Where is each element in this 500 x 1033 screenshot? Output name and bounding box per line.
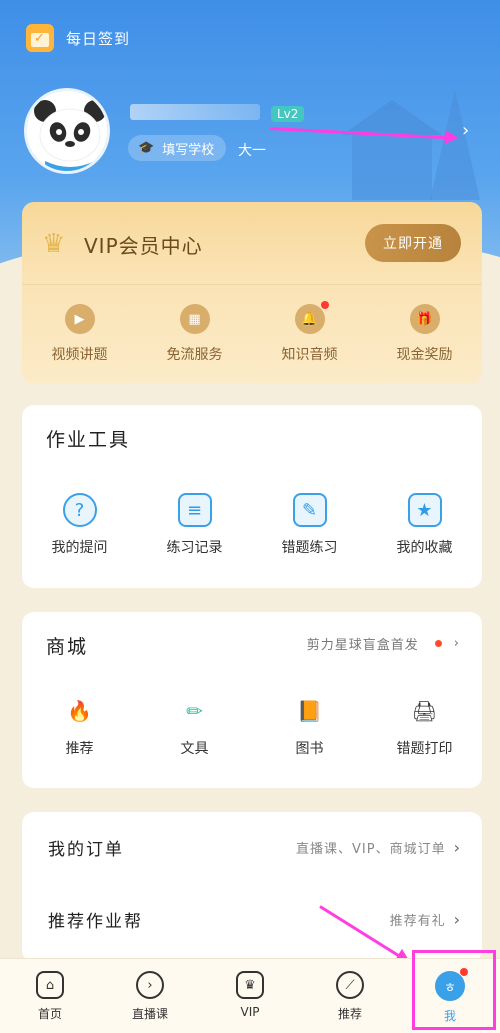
mall-books[interactable]: 📙 图书 xyxy=(252,694,367,758)
mall-label: 文具 xyxy=(180,741,209,757)
vip-benefit-data[interactable]: ▦ 免流服务 xyxy=(137,304,252,364)
vip-benefit-video[interactable]: ▶ 视频讲题 xyxy=(22,304,137,364)
mall-label: 图书 xyxy=(295,741,324,757)
vip-benefits: ▶ 视频讲题 ▦ 免流服务 🔔 知识音频 🎁 现金奖励 xyxy=(22,301,482,364)
tool-wrong-practice[interactable]: ✎ 错题练习 xyxy=(252,493,367,557)
vip-benefit-audio[interactable]: 🔔 知识音频 xyxy=(252,301,367,364)
vip-benefit-label: 免流服务 xyxy=(166,347,223,363)
vip-benefit-label: 知识音频 xyxy=(281,347,338,363)
mall-promo-link[interactable]: 剪力星球盲盒首发 › xyxy=(307,634,460,653)
record-icon: ≡ xyxy=(177,493,212,527)
school-label: 填写学校 xyxy=(162,142,215,158)
chevron-right-icon: › xyxy=(453,837,460,857)
checkin-label: 每日签到 xyxy=(66,29,131,48)
question-icon: ? xyxy=(62,493,97,527)
vip-title: VIP会员中心 xyxy=(84,234,203,258)
row-value: 直播课、VIP、商城订单 xyxy=(296,841,446,857)
username-masked[interactable] xyxy=(130,104,260,120)
mall-label: 错题打印 xyxy=(396,741,453,757)
mall-grid: 🔥 推荐 ✏ 文具 📙 图书 🖨 错题打印 xyxy=(22,694,482,758)
calendar-check-icon xyxy=(26,24,54,52)
chevron-right-icon[interactable]: › xyxy=(462,120,469,141)
section-title: 作业工具 xyxy=(46,429,131,451)
bell-icon: 🔔 xyxy=(294,301,329,334)
vip-crown-icon: ♛ xyxy=(236,971,264,999)
tool-favorites[interactable]: ★ 我的收藏 xyxy=(367,493,482,557)
tab-recommend[interactable]: ⟋ 推荐 xyxy=(300,959,400,1033)
avatar[interactable] xyxy=(24,88,110,174)
gift-icon: 🎁 xyxy=(409,304,440,334)
chevron-right-icon: › xyxy=(453,909,460,929)
tool-label: 我的收藏 xyxy=(396,540,453,556)
my-orders-row[interactable]: 我的订单 直播课、VIP、商城订单 › xyxy=(22,822,482,872)
live-play-icon: › xyxy=(136,971,164,999)
notification-dot xyxy=(320,301,329,309)
section-title: 商城 xyxy=(46,636,89,658)
tool-label: 练习记录 xyxy=(166,540,223,556)
tool-practice-record[interactable]: ≡ 练习记录 xyxy=(137,493,252,557)
level-badge: Lv2 xyxy=(271,106,305,122)
recommend-app-row[interactable]: 推荐作业帮 推荐有礼 › xyxy=(22,894,482,944)
house-decoration xyxy=(352,130,432,200)
vip-benefit-label: 现金奖励 xyxy=(396,347,453,363)
grade-label: 大一 xyxy=(238,143,266,159)
tab-live[interactable]: › 直播课 xyxy=(100,959,200,1033)
annotation-highlight-box xyxy=(412,950,496,1030)
bookmark-icon: ★ xyxy=(407,493,442,527)
tool-my-questions[interactable]: ? 我的提问 xyxy=(22,493,137,557)
tab-label: 直播课 xyxy=(131,1007,168,1021)
sim-card-icon: ▦ xyxy=(179,304,210,334)
divider xyxy=(22,284,482,285)
graduation-cap-icon: 🎓 xyxy=(138,140,155,156)
homework-tools-card: 作业工具 ? 我的提问 ≡ 练习记录 ✎ 错题练习 ★ 我的收藏 xyxy=(22,405,482,588)
mall-stationery[interactable]: ✏ 文具 xyxy=(137,694,252,758)
printer-icon: 🖨 xyxy=(411,699,438,723)
mall-card: 商城 剪力星球盲盒首发 › 🔥 推荐 ✏ 文具 📙 图书 🖨 错题打印 xyxy=(22,612,482,788)
notification-dot xyxy=(434,640,442,647)
vip-card: ♛ VIP会员中心 立即开通 ▶ 视频讲题 ▦ 免流服务 🔔 知识音频 🎁 现金… xyxy=(22,202,482,384)
flame-icon: 🔥 xyxy=(67,699,92,723)
row-title: 推荐作业帮 xyxy=(48,911,143,932)
play-video-icon: ▶ xyxy=(64,304,95,334)
vip-open-button[interactable]: 立即开通 xyxy=(365,224,461,262)
mall-recommend[interactable]: 🔥 推荐 xyxy=(22,694,137,758)
tool-label: 错题练习 xyxy=(281,540,338,556)
wrong-question-icon: ✎ xyxy=(292,493,327,527)
tool-label: 我的提问 xyxy=(51,540,108,556)
tab-vip[interactable]: ♛ VIP xyxy=(200,959,300,1033)
tools-grid: ? 我的提问 ≡ 练习记录 ✎ 错题练习 ★ 我的收藏 xyxy=(22,493,482,557)
tab-home[interactable]: ⌂ 首页 xyxy=(0,959,100,1033)
vip-benefit-label: 视频讲题 xyxy=(51,347,108,363)
chevron-right-icon: › xyxy=(453,636,460,651)
tree-decoration xyxy=(430,90,480,200)
vip-crown-icon: ♛ xyxy=(42,229,66,259)
row-title: 我的订单 xyxy=(48,839,124,860)
home-icon: ⌂ xyxy=(36,971,64,999)
tab-label: 首页 xyxy=(37,1007,62,1021)
vip-benefit-cash[interactable]: 🎁 现金奖励 xyxy=(367,304,482,364)
row-value: 推荐有礼 xyxy=(389,913,446,929)
school-button[interactable]: 🎓 填写学校 xyxy=(128,135,227,161)
tab-label: VIP xyxy=(240,1005,260,1019)
daily-checkin[interactable]: 每日签到 xyxy=(26,24,130,52)
mall-label: 推荐 xyxy=(65,741,94,757)
recommend-icon: ⟋ xyxy=(336,971,364,999)
promo-text: 剪力星球盲盒首发 xyxy=(306,638,419,653)
book-icon: 📙 xyxy=(297,699,322,723)
pencil-icon: ✏ xyxy=(186,699,203,723)
orders-card: 我的订单 直播课、VIP、商城订单 › 推荐作业帮 推荐有礼 › xyxy=(22,812,482,962)
mall-print[interactable]: 🖨 错题打印 xyxy=(367,694,482,758)
tab-label: 推荐 xyxy=(337,1007,362,1021)
